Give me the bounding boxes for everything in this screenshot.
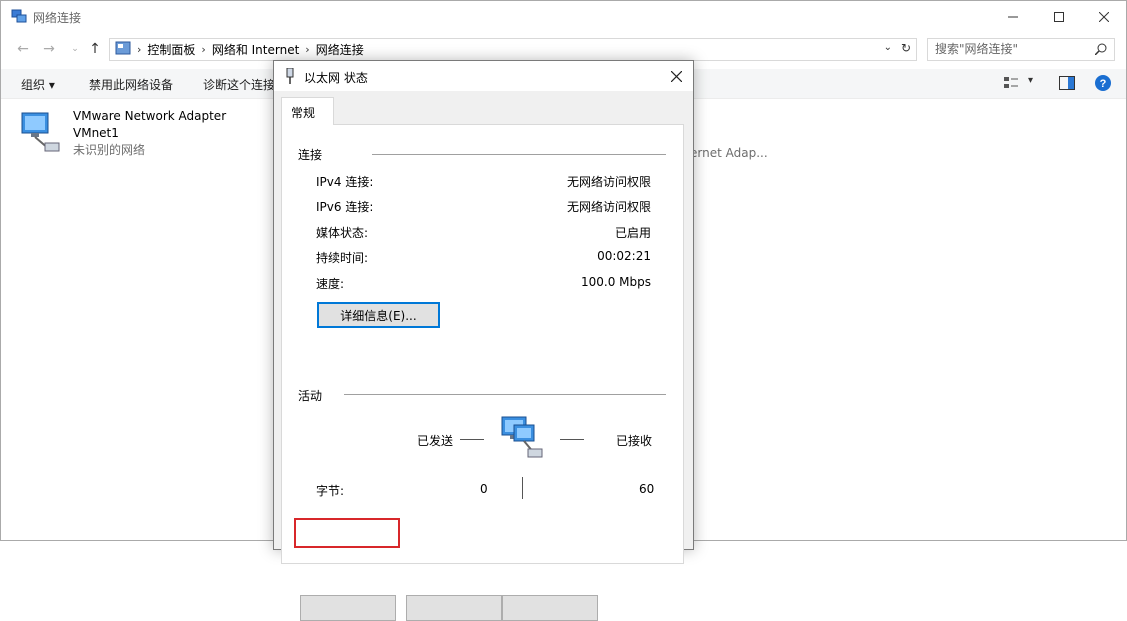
network-adapter-icon [19, 112, 63, 158]
duration-value: 00:02:21 [597, 249, 651, 263]
window-title: 网络连接 [33, 11, 82, 25]
search-input[interactable]: 搜索"网络连接" [927, 38, 1115, 61]
sent-label: 已发送 [417, 434, 454, 448]
speed-label: 速度: [316, 277, 345, 291]
ipv4-value: 无网络访问权限 [566, 175, 651, 189]
chevron-right-icon: › [305, 43, 310, 56]
received-label: 已接收 [616, 434, 653, 448]
chevron-down-icon[interactable]: ▾ [1028, 75, 1033, 86]
received-dash [560, 439, 584, 440]
duration-label: 持续时间: [316, 251, 369, 265]
adapter-device: VMnet1 [73, 126, 119, 140]
adapter-vmnet1-text: VMware Network Adapter VMnet1 未识别的网络 [73, 108, 226, 159]
bytes-label: 字节: [316, 484, 345, 498]
diagnose-dialog-button[interactable] [502, 595, 598, 621]
search-placeholder: 搜索"网络连接" [935, 42, 1019, 56]
divider [372, 154, 666, 155]
adapter-status: 未识别的网络 [73, 143, 146, 157]
ethernet-plug-icon [284, 67, 296, 87]
adapter-name: VMware Network Adapter [73, 109, 227, 123]
adapter-vmnet1[interactable] [19, 107, 63, 158]
bytes-divider [522, 477, 523, 499]
ethernet-status-dialog: 以太网 状态 常规 连接 IPv4 连接: 无网络访问权限 IPv6 连接: 无… [273, 60, 694, 621]
breadcrumb-control-panel[interactable]: 控制面板 [147, 41, 195, 58]
media-state-value: 已启用 [614, 226, 651, 240]
media-state-label: 媒体状态: [316, 226, 369, 240]
address-row: ← → ⌄ ↑ › 控制面板 › 网络和 Internet › 网络连接 ⌄ ↻… [1, 35, 1126, 63]
search-icon[interactable] [1094, 39, 1107, 62]
title-bar: 网络连接 [1, 1, 1126, 33]
chevron-right-icon: › [137, 43, 142, 56]
chevron-down-icon[interactable]: ⌄ [884, 42, 892, 53]
preview-pane-icon[interactable] [1059, 76, 1075, 93]
activity-group-title: 活动 [298, 389, 323, 403]
up-arrow-icon[interactable]: ↑ [85, 39, 105, 59]
bytes-sent: 0 [480, 482, 488, 496]
highlight-box [294, 518, 400, 548]
disable-device-button[interactable]: 禁用此网络设备 [89, 76, 173, 93]
minimize-button[interactable] [990, 1, 1036, 33]
maximize-button[interactable] [1036, 1, 1082, 33]
bytes-received: 60 [639, 482, 655, 496]
ipv6-value: 无网络访问权限 [566, 200, 651, 214]
speed-value: 100.0 Mbps [580, 275, 651, 289]
dialog-title: 以太网 状态 [304, 71, 368, 85]
organize-menu[interactable]: 组织 ▾ [21, 76, 55, 93]
dialog-title-bar: 以太网 状态 [274, 61, 693, 91]
control-panel-icon [115, 40, 131, 59]
recent-dropdown-icon[interactable]: ⌄ [65, 39, 85, 59]
disable-button[interactable] [406, 595, 502, 621]
forward-arrow-icon[interactable]: → [39, 39, 59, 59]
network-activity-icon [496, 413, 548, 464]
ipv4-label: IPv4 连接: [316, 175, 374, 189]
divider [344, 394, 666, 395]
address-bar[interactable]: › 控制面板 › 网络和 Internet › 网络连接 ⌄ ↻ [109, 38, 917, 61]
general-panel: 连接 IPv4 连接: 无网络访问权限 IPv6 连接: 无网络访问权限 媒体状… [281, 124, 684, 621]
refresh-icon[interactable]: ↻ [901, 41, 911, 55]
sent-dash [460, 439, 484, 440]
adapter-partial-label: ernet Adap... [690, 146, 768, 160]
connection-group-title: 连接 [298, 148, 323, 162]
close-icon [670, 70, 682, 82]
details-button[interactable]: 详细信息(E)... [317, 302, 440, 328]
breadcrumb-network-connections[interactable]: 网络连接 [316, 41, 364, 58]
close-dialog-button[interactable] [665, 65, 687, 87]
help-icon[interactable]: ? [1094, 74, 1112, 95]
view-options-icon[interactable] [1004, 77, 1018, 92]
back-arrow-icon[interactable]: ← [13, 39, 33, 59]
network-connections-icon [11, 9, 27, 25]
ipv6-label: IPv6 连接: [316, 200, 374, 214]
breadcrumb-network-internet[interactable]: 网络和 Internet [212, 41, 299, 58]
properties-button[interactable] [300, 595, 396, 621]
close-window-button[interactable] [1081, 1, 1127, 33]
tab-general[interactable]: 常规 [281, 97, 334, 125]
chevron-right-icon: › [201, 43, 206, 56]
diagnose-button[interactable]: 诊断这个连接 [203, 76, 275, 93]
svg-text:?: ? [1100, 78, 1107, 90]
